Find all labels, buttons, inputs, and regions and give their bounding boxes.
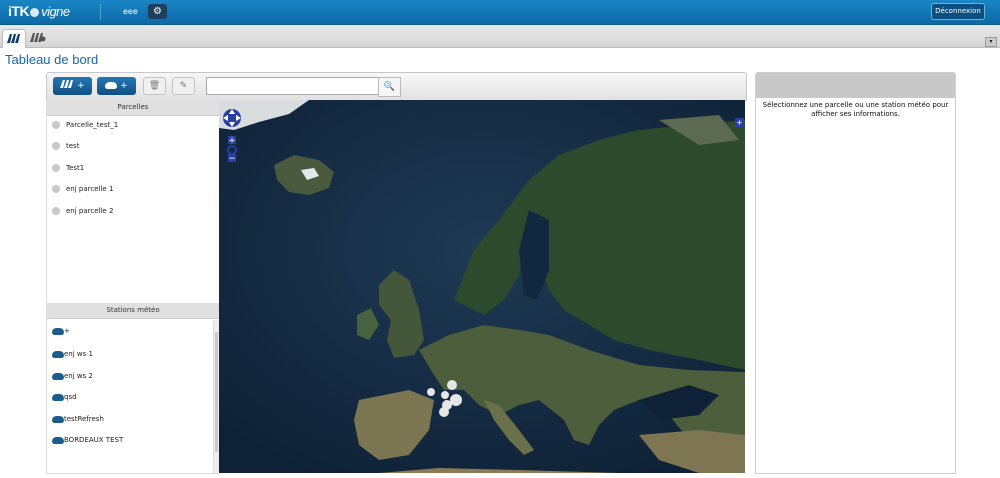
logo-vigne-text: vigne <box>41 4 70 19</box>
parcel-item[interactable]: test <box>52 142 79 150</box>
trash-icon: 🗑 <box>148 81 161 91</box>
station-label: testRefresh <box>64 415 104 423</box>
info-panel-message: Sélectionnez une parcelle ou une station… <box>762 101 949 118</box>
station-item[interactable]: BORDEAUX TEST <box>52 436 123 444</box>
map-toolbar: + + 🗑 ✎ 🔍 <box>46 72 747 101</box>
search-icon: 🔍 <box>383 82 396 92</box>
parcel-label: enj parcelle 1 <box>66 185 114 193</box>
station-item[interactable]: enj ws 2 <box>52 372 93 380</box>
scrollbar-thumb[interactable] <box>215 332 218 452</box>
map-view[interactable]: + − + <box>219 100 745 473</box>
vineyard-icon <box>60 80 74 88</box>
status-dot <box>52 164 60 172</box>
edit-button[interactable]: ✎ <box>172 77 195 95</box>
layer-switcher-button[interactable]: + <box>735 118 744 127</box>
edit-icon: ✎ <box>179 81 188 91</box>
logout-button[interactable]: Déconnexion <box>931 3 985 20</box>
status-dot <box>52 121 60 129</box>
settings-button[interactable]: ⚙ <box>148 4 167 19</box>
pan-zoom-control[interactable]: + − <box>223 104 241 166</box>
add-parcel-button[interactable]: + <box>53 77 92 95</box>
status-dot <box>52 207 60 215</box>
station-label: enj ws 1 <box>64 350 93 358</box>
station-item[interactable]: testRefresh <box>52 415 104 423</box>
station-label: + <box>64 327 70 335</box>
parcel-label: test <box>66 142 80 150</box>
satellite-map <box>219 100 745 473</box>
station-item[interactable]: enj ws 1 <box>52 350 93 358</box>
info-panel: Sélectionnez une parcelle ou une station… <box>755 72 956 474</box>
station-label: BORDEAUX TEST <box>64 436 124 444</box>
gear-icon: ⚙ <box>153 6 162 17</box>
parcel-item[interactable]: Test1 <box>52 164 84 172</box>
parcel-label: Parcelle_test_1 <box>66 121 119 129</box>
cloud-icon <box>52 436 64 444</box>
parcel-label: Test1 <box>66 164 85 172</box>
app-logo[interactable]: iTK vigne <box>8 3 70 19</box>
top-bar: iTK vigne eee ⚙ Déconnexion <box>0 0 1000 25</box>
station-item[interactable]: qsd <box>52 393 77 401</box>
logo-itk-text: iTK <box>8 3 30 19</box>
stations-header: Stations météo <box>47 303 219 319</box>
info-panel-header <box>756 73 955 98</box>
add-parcel-plus: + <box>77 81 85 91</box>
cloud-icon <box>105 82 118 89</box>
parcel-label: enj parcelle 2 <box>66 207 114 215</box>
status-dot <box>52 142 60 150</box>
search-input[interactable] <box>206 77 384 95</box>
add-station-button[interactable]: + <box>97 77 136 95</box>
tab-vineyard-weather[interactable] <box>27 29 49 47</box>
vineyard-weather-icon <box>30 33 46 42</box>
cloud-icon <box>52 393 64 401</box>
tab-vineyard[interactable] <box>2 29 26 48</box>
svg-text:+: + <box>228 136 236 146</box>
parcel-item[interactable]: enj parcelle 1 <box>52 185 113 193</box>
tab-bar: ▾ <box>0 25 1000 48</box>
station-label: enj ws 2 <box>64 372 93 380</box>
page-title: Tableau de bord <box>5 52 99 67</box>
pan-arrows-icon[interactable]: + − <box>223 104 241 164</box>
parcels-header: Parcelles <box>47 100 219 116</box>
search-button[interactable]: 🔍 <box>378 77 401 97</box>
parcel-item[interactable]: Parcelle_test_1 <box>52 121 118 129</box>
sidebar: Parcelles Parcelle_test_1 test Test1 enj… <box>46 100 219 474</box>
user-name: eee <box>123 7 138 16</box>
collapse-button[interactable]: ▾ <box>985 37 997 47</box>
add-station-plus: + <box>120 81 128 91</box>
station-item[interactable]: + <box>52 327 70 335</box>
parcel-item[interactable]: enj parcelle 2 <box>52 207 113 215</box>
leaf-icon <box>30 7 40 17</box>
vineyard-icon <box>7 34 20 43</box>
cloud-icon <box>52 415 64 423</box>
delete-button[interactable]: 🗑 <box>143 77 166 95</box>
header-divider <box>100 4 101 20</box>
cloud-icon <box>52 327 64 335</box>
status-dot <box>52 185 60 193</box>
svg-text:−: − <box>228 154 236 164</box>
cloud-icon <box>52 372 64 380</box>
station-label: qsd <box>64 393 77 401</box>
cloud-icon <box>52 350 64 358</box>
